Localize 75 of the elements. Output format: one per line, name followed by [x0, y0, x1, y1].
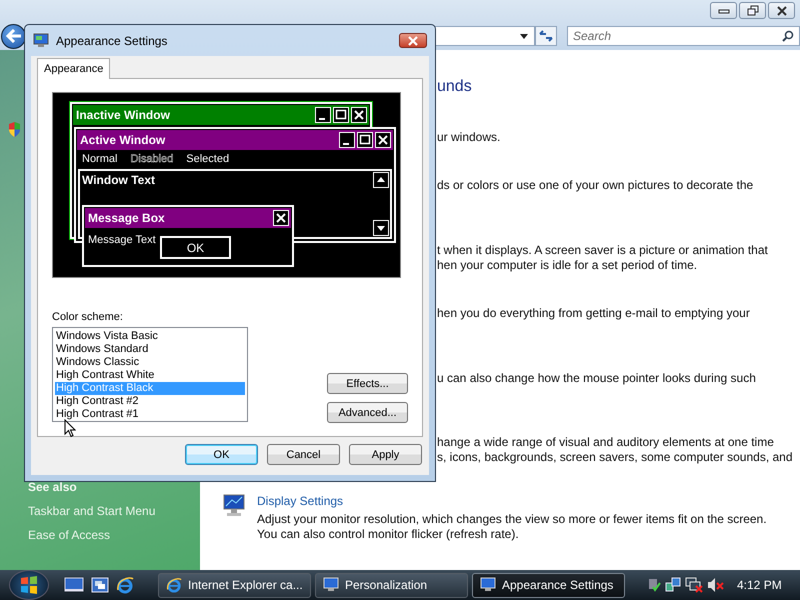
scroll-up-icon	[373, 172, 389, 188]
back-button[interactable]	[1, 24, 26, 48]
volume-muted-icon	[707, 577, 725, 593]
ok-button-preview: OK	[160, 236, 231, 259]
monitor-icon	[323, 577, 339, 593]
color-scheme-option[interactable]: Windows Standard	[55, 343, 245, 356]
window-title: Inactive Window	[76, 108, 171, 122]
window-title: Message Box	[88, 211, 166, 225]
close-icon	[273, 210, 289, 226]
see-also-heading: See also	[28, 480, 78, 494]
scroll-down-icon	[373, 220, 389, 236]
start-button[interactable]	[9, 570, 49, 600]
description-text: hen you do everything from getting e-mail to emptying your	[437, 306, 751, 321]
advanced-button[interactable]: Advanced...	[327, 402, 408, 423]
restore-icon	[746, 4, 760, 16]
description-text: Adjust your monitor resolution, which changes the view so more or fewer items fit on the screen. You can also control monitor flicker (refresh rate).	[257, 512, 768, 542]
browser-icon[interactable]	[116, 576, 134, 594]
desktop-icon[interactable]	[64, 577, 84, 593]
refresh-button[interactable]	[535, 26, 557, 46]
window-title: Appearance Settings	[56, 34, 168, 48]
window-title: Active Window	[80, 133, 166, 147]
network-icon	[665, 577, 681, 593]
description-text: t when it displays. A screen saver is a picture or animation that	[437, 243, 769, 258]
search-icon	[782, 30, 794, 42]
color-scheme-option[interactable]: Windows Classic	[55, 356, 245, 369]
search-field[interactable]: Search	[567, 26, 800, 46]
color-scheme-option[interactable]: High Contrast #1	[55, 408, 245, 421]
color-scheme-option[interactable]: High Contrast White	[55, 369, 245, 382]
refresh-icon	[539, 30, 553, 42]
dialog-button[interactable]: OK	[185, 444, 258, 465]
browser-icon	[166, 577, 182, 593]
restore-button[interactable]	[739, 2, 766, 19]
close-button[interactable]	[768, 2, 795, 19]
dialog-button[interactable]: Cancel	[267, 444, 340, 465]
monitor-icon	[33, 33, 49, 48]
description-text: hen your computer is idle for a set period of time.	[437, 258, 698, 273]
taskbar-task[interactable]: Personalization	[315, 572, 468, 598]
close-icon	[407, 36, 419, 46]
description-text: ur windows.	[437, 130, 502, 145]
message-text: Message Text	[88, 234, 156, 246]
minimize-icon	[716, 6, 730, 14]
close-icon	[774, 4, 788, 16]
close-icon	[351, 107, 367, 123]
dialog-button[interactable]: Apply	[349, 444, 422, 465]
maximize-icon	[357, 132, 373, 148]
taskbar-task[interactable]: Appearance Settings	[472, 572, 625, 598]
dropdown-arrow-icon	[520, 34, 528, 38]
minimize-icon	[315, 107, 331, 123]
section-heading: unds	[437, 77, 473, 97]
network-error-icon	[685, 577, 703, 593]
clock: 4:12 PM	[737, 578, 782, 592]
window-text: Window Text	[81, 172, 156, 189]
effects-button[interactable]: Effects...	[327, 373, 408, 394]
description-text: s, icons, backgrounds, screen savers, some computer sounds, and	[437, 450, 794, 465]
color-scheme-option[interactable]: Windows Vista Basic	[55, 330, 245, 343]
display-settings-link[interactable]: Display Settings	[257, 493, 777, 509]
minimize-button[interactable]	[710, 2, 737, 19]
taskbar-task[interactable]: Internet Explorer ca...	[158, 572, 311, 598]
monitor-icon	[222, 493, 246, 517]
color-scheme-label: Color scheme:	[52, 310, 124, 324]
appearance-tab[interactable]: Appearance	[37, 58, 110, 79]
description-text: ds or colors or use one of your own pictures to decorate the	[437, 178, 754, 193]
description-text: hange a wide range of visual and auditory elements at one time	[437, 435, 775, 450]
back-arrow-icon	[6, 29, 22, 43]
monitor-icon	[480, 577, 496, 593]
minimize-icon	[339, 132, 355, 148]
close-icon	[375, 132, 391, 148]
windows-logo-icon	[19, 575, 39, 595]
shield-icon	[8, 122, 21, 137]
security-icon	[647, 577, 661, 593]
close-button[interactable]	[399, 33, 427, 48]
maximize-icon	[333, 107, 349, 123]
description-text: u can also change how the mouse pointer looks during such	[437, 371, 757, 386]
color-scheme-option[interactable]: High Contrast #2	[55, 395, 245, 408]
windows-switcher-icon[interactable]	[91, 577, 109, 593]
